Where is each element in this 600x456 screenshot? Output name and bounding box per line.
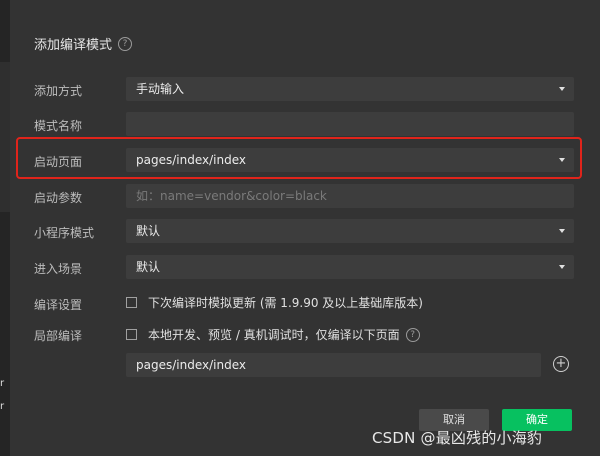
- miniprogram-mode-label: 小程序模式: [34, 226, 95, 240]
- compile-settings-row: 下次编译时模拟更新 (需 1.9.90 及以上基础库版本): [126, 294, 423, 311]
- compile-settings-label: 编译设置: [34, 298, 83, 312]
- miniprogram-mode-select[interactable]: 默认: [126, 219, 574, 243]
- partial-compile-text: 本地开发、预览 / 真机调试时，仅编译以下页面: [148, 328, 400, 342]
- help-icon[interactable]: ?: [405, 327, 420, 342]
- help-icon[interactable]: ?: [118, 36, 133, 51]
- background-text: r: [0, 378, 5, 389]
- chevron-down-icon: [559, 87, 565, 91]
- scene-value: 默认: [136, 260, 161, 274]
- add-method-label: 添加方式: [34, 84, 83, 98]
- scene-select[interactable]: 默认: [126, 255, 574, 279]
- highlight-box: [16, 137, 582, 179]
- miniprogram-mode-value: 默认: [136, 224, 161, 238]
- add-page-icon[interactable]: +: [553, 356, 569, 372]
- chevron-down-icon: [559, 229, 565, 233]
- compile-mode-dialog: 添加编译模式 ? 添加方式 手动输入 模式名称 启动页面 pages/index…: [10, 0, 600, 456]
- start-params-label: 启动参数: [34, 191, 83, 205]
- partial-compile-label: 局部编译: [34, 329, 83, 343]
- watermark: CSDN @最凶残的小海豹: [372, 429, 543, 447]
- partial-compile-page-value: pages/index/index: [136, 358, 246, 372]
- mode-name-label: 模式名称: [34, 119, 83, 133]
- background-window: r r: [0, 0, 10, 456]
- start-params-placeholder: 如：name=vendor&color=black: [136, 189, 327, 203]
- add-method-value: 手动输入: [136, 82, 185, 96]
- dialog-title-text: 添加编译模式: [34, 38, 113, 53]
- partial-compile-page-select[interactable]: pages/index/index: [126, 353, 541, 377]
- simulate-update-checkbox[interactable]: [126, 297, 137, 308]
- partial-compile-checkbox[interactable]: [126, 329, 137, 340]
- simulate-update-text: 下次编译时模拟更新 (需 1.9.90 及以上基础库版本): [148, 296, 423, 310]
- mode-name-input[interactable]: [126, 112, 574, 136]
- start-params-input[interactable]: 如：name=vendor&color=black: [126, 184, 574, 208]
- dialog-title: 添加编译模式 ?: [34, 34, 133, 53]
- scene-label: 进入场景: [34, 262, 83, 276]
- chevron-down-icon: [559, 265, 565, 269]
- add-method-select[interactable]: 手动输入: [126, 77, 574, 101]
- background-text: r: [0, 401, 5, 412]
- background-panel: [0, 62, 10, 212]
- partial-compile-row: 本地开发、预览 / 真机调试时，仅编译以下页面 ?: [126, 326, 420, 343]
